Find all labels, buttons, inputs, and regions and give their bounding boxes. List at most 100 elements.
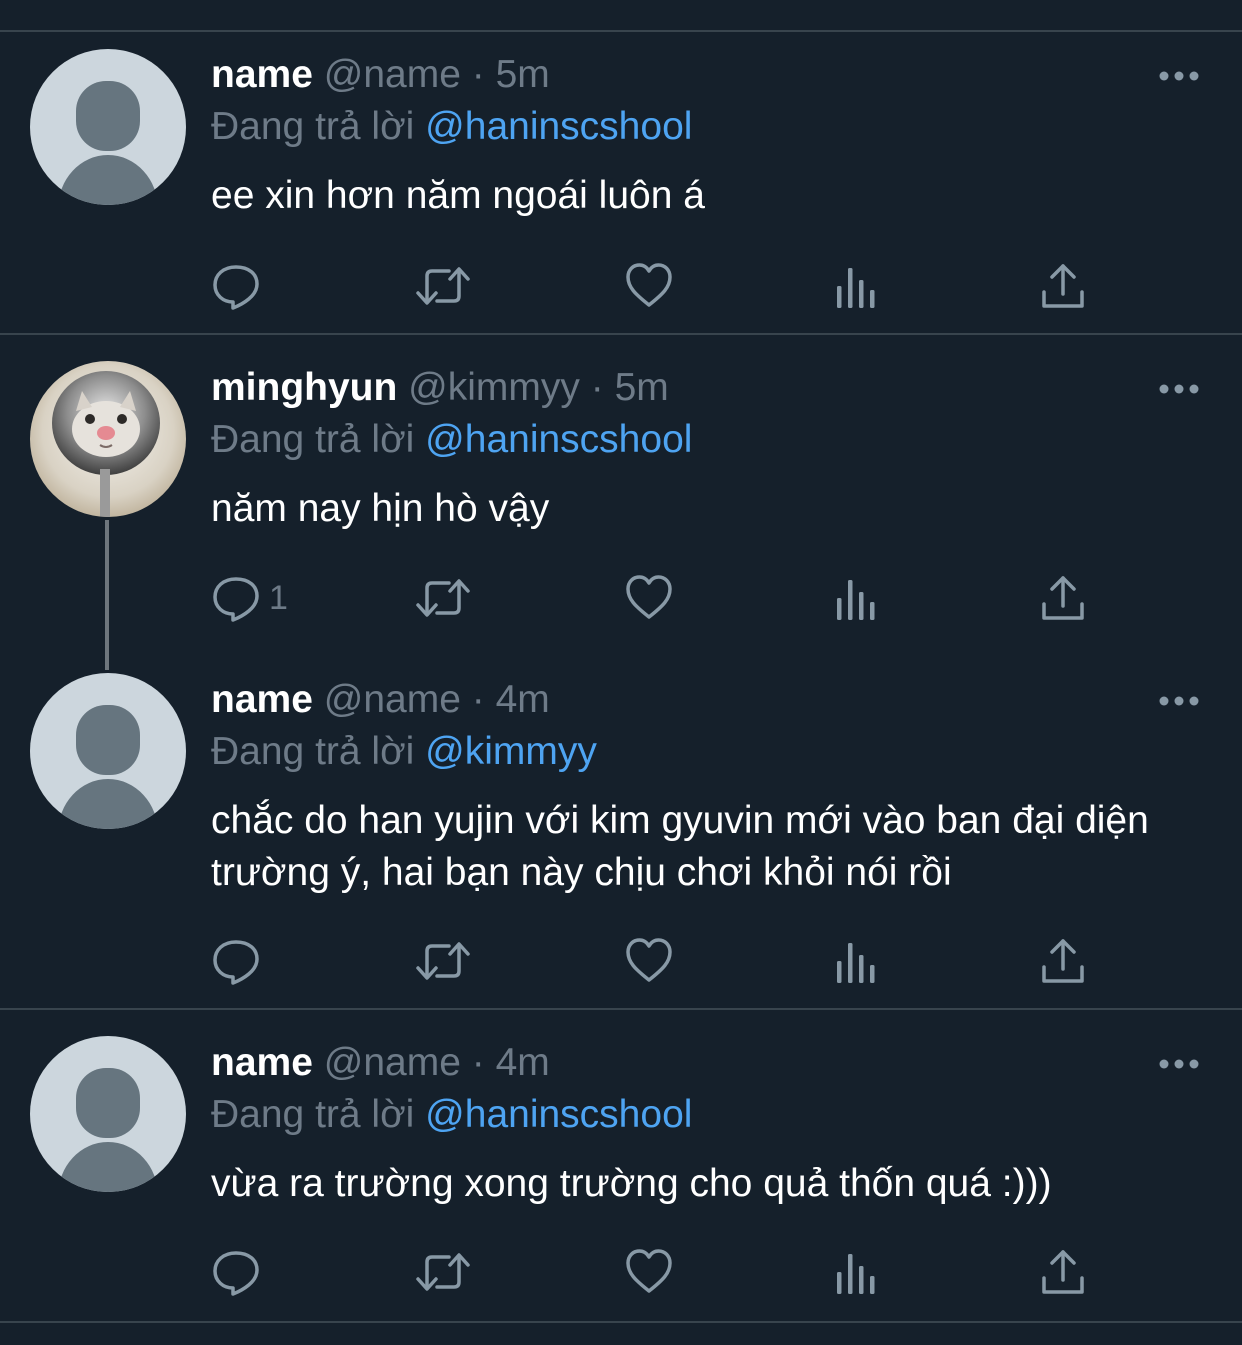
tweet[interactable]: name @name · 5m Đang trả lời @haninscsho… bbox=[0, 32, 1242, 334]
divider bbox=[0, 1008, 1242, 1010]
reply-count: 1 bbox=[269, 578, 288, 617]
share-icon bbox=[1042, 576, 1084, 620]
display-name[interactable]: minghyun bbox=[211, 366, 397, 409]
tweet-text: vừa ra trường xong trường cho quả thốn q… bbox=[211, 1162, 1052, 1205]
action-bar bbox=[211, 262, 1091, 310]
tweet-text: chắc do han yujin với kim gyuvin mới vào… bbox=[211, 799, 1149, 894]
retweet-button[interactable] bbox=[415, 574, 471, 622]
reply-icon bbox=[213, 1251, 259, 1296]
analytics-icon bbox=[837, 1254, 875, 1294]
tweet-header: name @name · 5m bbox=[211, 52, 550, 98]
avatar[interactable] bbox=[30, 673, 186, 829]
more-icon[interactable] bbox=[1158, 382, 1200, 396]
replying-to: Đang trả lời @haninscshool bbox=[211, 1092, 692, 1138]
retweet-button[interactable] bbox=[415, 1248, 471, 1296]
timestamp[interactable]: 5m bbox=[615, 366, 669, 409]
tweet-header: name @name · 4m bbox=[211, 677, 550, 723]
reply-button[interactable] bbox=[211, 937, 269, 985]
default-avatar-icon bbox=[30, 49, 186, 205]
display-name[interactable]: name bbox=[211, 678, 313, 721]
reply-button[interactable] bbox=[211, 1248, 269, 1296]
analytics-button[interactable] bbox=[835, 574, 879, 622]
like-icon bbox=[626, 263, 672, 307]
like-icon bbox=[626, 938, 672, 982]
tweet[interactable]: name @name · 4m Đang trả lời @kimmyy chắ… bbox=[0, 657, 1242, 1007]
retweet-button[interactable] bbox=[415, 937, 471, 985]
like-icon bbox=[626, 575, 672, 619]
share-icon bbox=[1042, 264, 1084, 308]
user-handle[interactable]: @name bbox=[324, 53, 461, 96]
share-icon bbox=[1042, 1250, 1084, 1294]
default-avatar-icon bbox=[30, 673, 186, 829]
avatar[interactable] bbox=[30, 361, 186, 517]
divider bbox=[0, 1321, 1242, 1323]
tweet[interactable]: minghyun @kimmyy · 5m Đang trả lời @hani… bbox=[0, 345, 1242, 670]
share-button[interactable] bbox=[1041, 262, 1085, 310]
reply-icon bbox=[213, 265, 259, 310]
display-name[interactable]: name bbox=[211, 1041, 313, 1084]
action-bar: 1 bbox=[211, 574, 1091, 622]
reply-prefix: Đang trả lời bbox=[211, 105, 415, 148]
like-button[interactable] bbox=[625, 262, 673, 310]
reply-icon bbox=[213, 577, 259, 622]
share-button[interactable] bbox=[1041, 937, 1085, 985]
like-icon bbox=[626, 1249, 672, 1293]
analytics-icon bbox=[837, 268, 875, 308]
tweet[interactable]: name @name · 4m Đang trả lời @haninscsho… bbox=[0, 1020, 1242, 1320]
timestamp[interactable]: 4m bbox=[496, 1041, 550, 1084]
replying-to: Đang trả lời @haninscshool bbox=[211, 417, 692, 463]
like-button[interactable] bbox=[625, 1248, 673, 1296]
analytics-button[interactable] bbox=[835, 937, 879, 985]
like-button[interactable] bbox=[625, 574, 673, 622]
retweet-button[interactable] bbox=[415, 262, 471, 310]
separator-dot: · bbox=[471, 678, 485, 721]
reply-button[interactable] bbox=[211, 262, 269, 310]
share-button[interactable] bbox=[1041, 1248, 1085, 1296]
timestamp[interactable]: 5m bbox=[496, 53, 550, 96]
default-avatar-icon bbox=[30, 1036, 186, 1192]
analytics-icon bbox=[837, 580, 875, 620]
user-handle[interactable]: @name bbox=[324, 1041, 461, 1084]
timestamp[interactable]: 4m bbox=[496, 678, 550, 721]
retweet-icon bbox=[416, 942, 470, 980]
retweet-icon bbox=[416, 1253, 470, 1291]
mention-link[interactable]: @haninscshool bbox=[425, 105, 692, 148]
mention-link[interactable]: @kimmyy bbox=[425, 730, 597, 773]
action-bar bbox=[211, 937, 1091, 985]
retweet-icon bbox=[416, 267, 470, 305]
replying-to: Đang trả lời @haninscshool bbox=[211, 104, 692, 150]
analytics-icon bbox=[837, 943, 875, 983]
more-icon[interactable] bbox=[1158, 1057, 1200, 1071]
tweet-feed: name @name · 5m Đang trả lời @haninscsho… bbox=[0, 0, 1242, 1345]
mention-link[interactable]: @haninscshool bbox=[425, 1093, 692, 1136]
tweet-header: name @name · 4m bbox=[211, 1040, 550, 1086]
more-icon[interactable] bbox=[1158, 694, 1200, 708]
replying-to: Đang trả lời @kimmyy bbox=[211, 729, 597, 775]
analytics-button[interactable] bbox=[835, 1248, 879, 1296]
analytics-button[interactable] bbox=[835, 262, 879, 310]
separator-dot: · bbox=[590, 366, 604, 409]
share-icon bbox=[1042, 939, 1084, 983]
divider bbox=[0, 333, 1242, 335]
like-button[interactable] bbox=[625, 937, 673, 985]
tweet-text: năm nay hịn hò vậy bbox=[211, 487, 550, 530]
cat-spoon-avatar-icon bbox=[30, 361, 186, 517]
display-name[interactable]: name bbox=[211, 53, 313, 96]
action-bar bbox=[211, 1248, 1091, 1296]
tweet-text: ee xin hơn năm ngoái luôn á bbox=[211, 174, 705, 217]
thread-line bbox=[105, 520, 109, 670]
retweet-icon bbox=[416, 579, 470, 617]
avatar[interactable] bbox=[30, 1036, 186, 1192]
mention-link[interactable]: @haninscshool bbox=[425, 418, 692, 461]
user-handle[interactable]: @kimmyy bbox=[408, 366, 580, 409]
reply-prefix: Đang trả lời bbox=[211, 1093, 415, 1136]
separator-dot: · bbox=[471, 53, 485, 96]
user-handle[interactable]: @name bbox=[324, 678, 461, 721]
share-button[interactable] bbox=[1041, 574, 1085, 622]
avatar[interactable] bbox=[30, 49, 186, 205]
tweet-header: minghyun @kimmyy · 5m bbox=[211, 365, 669, 411]
more-icon[interactable] bbox=[1158, 69, 1200, 83]
reply-button[interactable]: 1 bbox=[211, 574, 288, 622]
reply-icon bbox=[213, 940, 259, 985]
reply-prefix: Đang trả lời bbox=[211, 418, 415, 461]
